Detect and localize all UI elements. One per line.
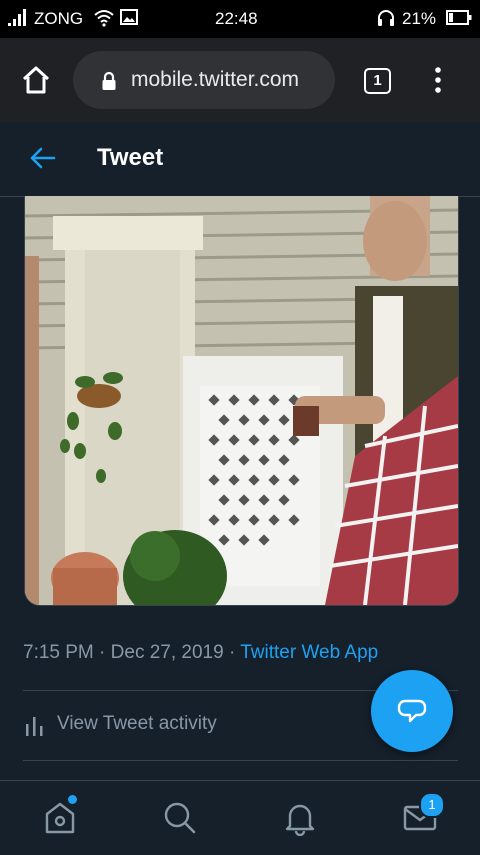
battery-percent: 21% — [402, 9, 437, 28]
signal-icon — [8, 9, 26, 26]
tab-switcher-button[interactable]: 1 — [364, 68, 391, 94]
status-bar: ZONG 22:48 21% — [0, 0, 480, 38]
page-header: Tweet — [0, 122, 480, 197]
image-notification-icon — [120, 9, 138, 25]
page-title: Tweet — [97, 144, 164, 171]
back-arrow-icon[interactable] — [28, 145, 56, 171]
home-icon[interactable] — [20, 64, 52, 96]
divider — [23, 760, 458, 761]
clock: 22:48 — [215, 9, 258, 28]
notifications-nav-icon[interactable] — [282, 800, 318, 836]
bottom-navigation: 1 — [0, 780, 480, 855]
home-notification-dot — [68, 795, 77, 804]
tweet-date: Dec 27, 2019 — [110, 642, 224, 663]
lock-icon — [102, 71, 116, 90]
search-nav-icon[interactable] — [162, 800, 198, 836]
carrier-name: ZONG — [34, 9, 84, 28]
url-text: mobile.twitter.com — [131, 68, 300, 91]
browser-toolbar: mobile.twitter.com 1 — [0, 38, 480, 122]
reply-fab-button[interactable] — [371, 670, 453, 752]
battery-icon — [446, 10, 472, 25]
wifi-icon — [94, 10, 114, 27]
analytics-icon — [26, 717, 43, 736]
headphones-icon — [378, 10, 394, 26]
video-frame — [25, 196, 458, 605]
more-menu-icon[interactable] — [428, 66, 448, 94]
separator: · — [99, 642, 106, 663]
tweet-media-video[interactable] — [24, 196, 459, 606]
separator: · — [228, 642, 236, 663]
address-bar[interactable]: mobile.twitter.com — [73, 51, 335, 109]
messages-badge: 1 — [419, 792, 445, 818]
tweet-source-link[interactable]: Twitter Web App — [240, 642, 378, 663]
view-tweet-activity-label: View Tweet activity — [57, 713, 217, 734]
tweet-time: 7:15 PM — [23, 642, 94, 663]
tweet-timestamp-line: 7:15 PM · Dec 27, 2019 · Twitter Web App — [23, 642, 378, 664]
home-nav-icon[interactable] — [42, 800, 78, 836]
reply-icon — [397, 699, 427, 723]
